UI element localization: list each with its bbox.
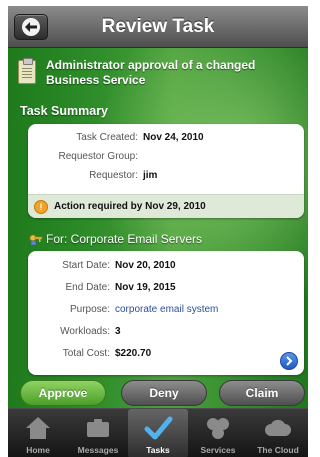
key-icon [29, 234, 43, 246]
field-value: Nov 19, 2015 [115, 282, 176, 293]
field-label: Requestor Group: [58, 151, 139, 162]
task-summary-card: Task Created: Nov 24, 2010 Requestor Gro… [28, 124, 304, 218]
navigation-bar: Review Task [8, 6, 308, 48]
summary-row-created: Task Created: Nov 24, 2010 [28, 132, 304, 144]
deny-button[interactable]: Deny [121, 380, 207, 406]
clipboard-icon [18, 58, 36, 84]
service-details-card: Start Date: Nov 20, 2010 End Date: Nov 1… [28, 251, 304, 375]
field-value: Nov 24, 2010 [143, 132, 204, 143]
field-label: Workloads: [60, 326, 110, 337]
field-value: Nov 20, 2010 [115, 260, 176, 271]
chevron-right-icon [286, 356, 293, 366]
tab-home[interactable]: Home [8, 409, 68, 457]
field-value: $220.70 [115, 348, 152, 359]
tab-services[interactable]: Services [188, 409, 248, 457]
detail-row-end: End Date: Nov 19, 2015 [28, 282, 304, 294]
task-header: Administrator approval of a changed Busi… [18, 58, 298, 98]
service-heading: For: Corporate Email Servers [46, 232, 203, 246]
action-required-bar: ! Action required by Nov 29, 2010 [28, 194, 304, 218]
detail-row-workloads: Workloads: 3 [28, 326, 304, 338]
summary-row-requestor: Requestor: jim [28, 170, 304, 182]
purpose-link[interactable]: corporate email system [115, 304, 218, 316]
tasks-checkmark-icon [144, 416, 173, 440]
detail-disclosure-button[interactable] [280, 352, 298, 370]
tab-label: The Cloud [257, 445, 299, 455]
task-title: Administrator approval of a changed Busi… [46, 58, 256, 87]
home-icon [26, 417, 50, 439]
tab-label: Messages [77, 445, 119, 455]
field-label: Requestor: [89, 170, 138, 181]
phone-screen: Review Task Administrator approval of a … [8, 6, 308, 457]
detail-row-start: Start Date: Nov 20, 2010 [28, 260, 304, 272]
field-value: 3 [115, 326, 121, 337]
content-area: Administrator approval of a changed Busi… [8, 48, 308, 408]
summary-row-group: Requestor Group: [28, 151, 304, 163]
approve-button[interactable]: Approve [20, 380, 106, 406]
tab-label: Tasks [146, 445, 170, 455]
cloud-icon [265, 419, 291, 436]
task-summary-heading: Task Summary [20, 104, 109, 118]
tab-label: Home [26, 445, 50, 455]
tab-messages[interactable]: Messages [68, 409, 128, 457]
messages-icon [87, 419, 109, 437]
field-label: End Date: [65, 282, 110, 293]
tab-the-cloud[interactable]: The Cloud [248, 409, 308, 457]
field-label: Start Date: [62, 260, 110, 271]
tab-bar: Home Messages Tasks Services The Cloud [8, 408, 308, 457]
detail-row-cost: Total Cost: $220.70 [28, 348, 304, 360]
tab-tasks[interactable]: Tasks [128, 409, 188, 457]
alert-clock-icon: ! [34, 200, 48, 214]
field-label: Task Created: [76, 132, 138, 143]
back-button[interactable] [14, 14, 48, 40]
services-icon [207, 418, 229, 439]
field-value: jim [143, 170, 158, 181]
detail-row-purpose: Purpose: corporate email system [28, 304, 304, 316]
field-label: Purpose: [69, 304, 110, 315]
tab-label: Services [200, 445, 236, 455]
claim-button[interactable]: Claim [219, 380, 305, 406]
back-arrow-icon [22, 18, 40, 36]
action-required-text: Action required by Nov 29, 2010 [54, 201, 206, 212]
field-label: Total Cost: [62, 348, 110, 359]
page-title: Review Task [101, 16, 215, 37]
